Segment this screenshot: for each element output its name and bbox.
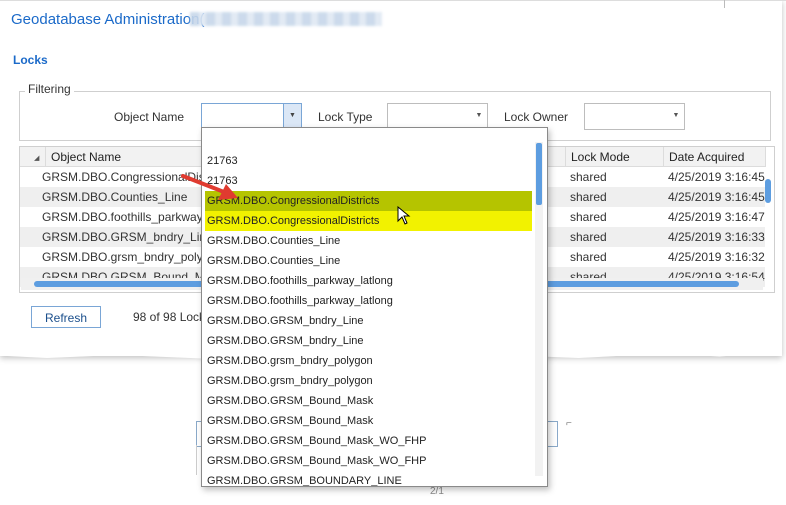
chevron-down-icon[interactable]: ▼ bbox=[472, 104, 486, 128]
refresh-button[interactable]: Refresh bbox=[31, 306, 101, 328]
dropdown-item[interactable]: GRSM.DBO.Counties_Line bbox=[207, 231, 340, 251]
cell-date-acquired: 4/25/2019 3:16:45 bbox=[668, 190, 765, 204]
background-bracket: ⌐ bbox=[566, 418, 572, 429]
red-arrow-icon bbox=[181, 174, 238, 200]
cell-lock-mode: shared bbox=[570, 250, 607, 264]
window-divider bbox=[724, 0, 725, 8]
dropdown-item[interactable]: GRSM.DBO.GRSM_Bound_Mask_WO_FHP bbox=[207, 451, 426, 471]
cell-lock-mode: shared bbox=[570, 170, 607, 184]
cell-object-name: GRSM.DBO.GRSM_bndry_Line bbox=[42, 230, 206, 244]
object-name-dropdown-list[interactable]: 21763 21763 GRSM.DBO.CongressionalDistri… bbox=[201, 127, 548, 487]
cell-lock-mode: shared bbox=[570, 210, 607, 224]
lock-type-label: Lock Type bbox=[318, 110, 373, 124]
cell-lock-mode: shared bbox=[570, 190, 607, 204]
cell-date-acquired: 4/25/2019 3:16:47 bbox=[668, 210, 765, 224]
lock-owner-label: Lock Owner bbox=[504, 110, 569, 124]
cell-date-acquired: 4/25/2019 3:16:45 bbox=[668, 170, 765, 184]
column-header-date-acquired[interactable]: Date Acquired bbox=[664, 147, 766, 167]
background-divider bbox=[196, 445, 197, 475]
mouse-pointer-icon bbox=[397, 206, 411, 225]
dropdown-item[interactable]: GRSM.DBO.grsm_bndry_polygon bbox=[207, 351, 373, 371]
row-header-corner bbox=[20, 147, 46, 167]
filtering-legend: Filtering bbox=[25, 82, 74, 96]
chevron-down-icon[interactable]: ▼ bbox=[283, 104, 301, 128]
dropdown-item[interactable]: GRSM.DBO.GRSM_BOUNDARY_LINE bbox=[207, 471, 402, 486]
sort-triangle-icon: ◢ bbox=[34, 155, 40, 162]
chevron-down-icon[interactable]: ▼ bbox=[669, 104, 683, 128]
window-title: Geodatabase Administration( bbox=[11, 11, 205, 28]
cell-date-acquired: 4/25/2019 3:16:33 bbox=[668, 230, 765, 244]
top-border bbox=[0, 0, 786, 1]
cell-date-acquired: 4/25/2019 3:16:32 bbox=[668, 250, 765, 264]
dropdown-item[interactable]: GRSM.DBO.CongressionalDistricts bbox=[207, 211, 379, 231]
object-name-label: Object Name bbox=[114, 110, 185, 124]
dropdown-item[interactable]: GRSM.DBO.foothills_parkway_latlong bbox=[207, 291, 393, 311]
dropdown-item[interactable]: GRSM.DBO.GRSM_Bound_Mask bbox=[207, 411, 373, 431]
vertical-scroll-thumb[interactable] bbox=[765, 179, 771, 203]
dropdown-item[interactable]: GRSM.DBO.grsm_bndry_polygon bbox=[207, 371, 373, 391]
cell-lock-mode: shared bbox=[570, 230, 607, 244]
dropdown-item[interactable]: GRSM.DBO.Counties_Line bbox=[207, 251, 340, 271]
dropdown-item[interactable]: GRSM.DBO.GRSM_Bound_Mask bbox=[207, 391, 373, 411]
cell-object-name: GRSM.DBO.grsm_bndry_polygon bbox=[42, 250, 206, 264]
cell-object-name: GRSM.DBO.foothills_parkway_lat bbox=[42, 210, 206, 224]
background-page-fragment: 2/1 bbox=[430, 486, 444, 497]
dropdown-scroll-thumb[interactable] bbox=[536, 143, 542, 205]
dropdown-item[interactable]: GRSM.DBO.GRSM_Bound_Mask_WO_FHP bbox=[207, 431, 426, 451]
lock-count-text: 98 of 98 Lock bbox=[133, 310, 206, 324]
column-header-lock-mode[interactable]: Lock Mode bbox=[566, 147, 664, 167]
locks-heading: Locks bbox=[13, 53, 48, 67]
dropdown-item[interactable]: GRSM.DBO.foothills_parkway_latlong bbox=[207, 271, 393, 291]
dropdown-item[interactable]: GRSM.DBO.GRSM_bndry_Line bbox=[207, 331, 364, 351]
dropdown-item[interactable]: GRSM.DBO.GRSM_bndry_Line bbox=[207, 311, 364, 331]
redacted-title-text bbox=[190, 12, 382, 26]
